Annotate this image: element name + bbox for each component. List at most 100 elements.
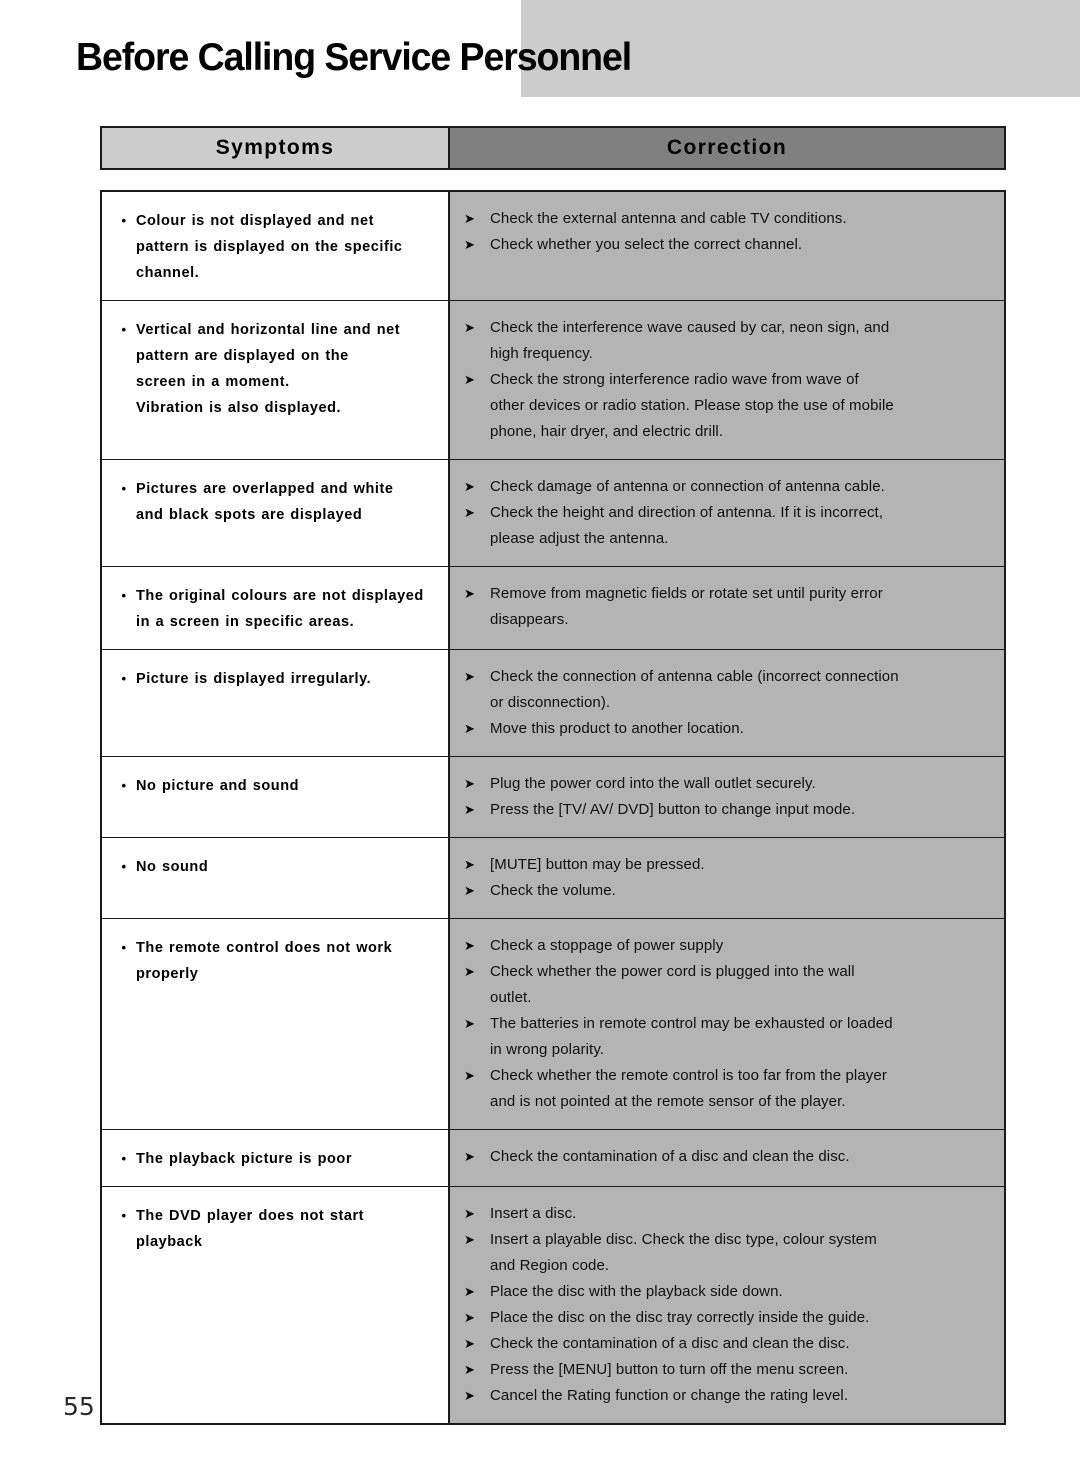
symptom-text: pattern is displayed on the specific bbox=[136, 239, 403, 255]
correction-line: ➤ Check the height and direction of anten… bbox=[464, 500, 992, 526]
symptom-text: No picture and sound bbox=[136, 778, 300, 794]
symptom-line: • The remote control does not work bbox=[112, 935, 438, 961]
table-row: • The playback picture is poor ➤ Check the … bbox=[102, 1130, 1004, 1187]
correction-text: Place the disc on the disc tray correctl… bbox=[490, 1309, 870, 1326]
correction-text: and Region code. bbox=[490, 1257, 610, 1274]
symptom-cell: •The original colours are not displayed•… bbox=[102, 567, 450, 649]
symptom-text: Pictures are overlapped and white bbox=[136, 481, 394, 497]
correction-text: Check whether the power cord is plugged … bbox=[490, 963, 855, 980]
correction-text: Move this product to another location. bbox=[490, 720, 744, 737]
symptom-text: Vertical and horizontal line and net bbox=[136, 322, 401, 338]
correction-cell: ➤ Remove from magnetic fields or rotate s… bbox=[450, 567, 1004, 649]
symptom-text: Colour is not displayed and net bbox=[136, 213, 374, 229]
correction-text: other devices or radio station. Please s… bbox=[490, 397, 894, 414]
symptom-text: screen in a moment. bbox=[136, 374, 290, 390]
correction-line: ➤ Check whether the remote control is too… bbox=[464, 1063, 992, 1089]
symptom-line: •Vibration is also displayed. bbox=[112, 395, 438, 421]
correction-cell: ➤ [MUTE] button may be pressed. ➤ Check the… bbox=[450, 838, 1004, 918]
correction-line: ➤ Check the interference wave caused by c… bbox=[464, 315, 992, 341]
bullet-icon: • bbox=[121, 1151, 127, 1166]
symptom-line: • Colour is not displayed and net bbox=[112, 208, 438, 234]
correction-text: Check whether the remote control is too … bbox=[490, 1067, 887, 1084]
correction-line: ➤other devices or radio station. Please … bbox=[464, 393, 992, 419]
correction-line: ➤please adjust the antenna. bbox=[464, 526, 992, 552]
symptom-line: • The original colours are not displayed bbox=[112, 583, 438, 609]
symptom-line: • Picture is displayed irregularly. bbox=[112, 666, 438, 692]
correction-line: ➤ Press the [TV/ AV/ DVD] button to chang… bbox=[464, 797, 992, 823]
arrow-bullet-icon: ➤ bbox=[464, 964, 475, 979]
correction-text: Press the [MENU] button to turn off the … bbox=[490, 1361, 849, 1378]
arrow-bullet-icon: ➤ bbox=[464, 721, 475, 736]
bullet-icon: • bbox=[121, 588, 127, 603]
correction-line: ➤ Check a stoppage of power supply bbox=[464, 933, 992, 959]
arrow-bullet-icon: ➤ bbox=[464, 1232, 475, 1247]
correction-line: ➤ Remove from magnetic fields or rotate s… bbox=[464, 581, 992, 607]
symptom-line: • No sound bbox=[112, 854, 438, 880]
arrow-bullet-icon: ➤ bbox=[464, 479, 475, 494]
correction-text: [MUTE] button may be pressed. bbox=[490, 856, 705, 873]
page-title: Before Calling Service Personnel bbox=[76, 36, 632, 79]
correction-cell: ➤ Check the contamination of a disc and c… bbox=[450, 1130, 1004, 1186]
correction-cell: ➤ Check the interference wave caused by c… bbox=[450, 301, 1004, 459]
symptom-cell: • No picture and sound bbox=[102, 757, 450, 837]
correction-line: ➤disappears. bbox=[464, 607, 992, 633]
arrow-bullet-icon: ➤ bbox=[464, 776, 475, 791]
column-header-correction: Correction bbox=[450, 126, 1006, 170]
bullet-spacer: • bbox=[112, 502, 136, 528]
table-row: •The remote control does not work•proper… bbox=[102, 919, 1004, 1130]
symptom-line: • The DVD player does not start bbox=[112, 1203, 438, 1229]
symptom-text: in a screen in specific areas. bbox=[136, 614, 355, 630]
correction-text: Check the external antenna and cable TV … bbox=[490, 210, 847, 227]
correction-text: Insert a playable disc. Check the disc t… bbox=[490, 1231, 877, 1248]
arrow-bullet-icon: ➤ bbox=[464, 1310, 475, 1325]
correction-text: and is not pointed at the remote sensor … bbox=[490, 1093, 846, 1110]
arrow-bullet-icon: ➤ bbox=[464, 1362, 475, 1377]
arrow-bullet-spacer: ➤ bbox=[464, 419, 490, 445]
arrow-bullet-icon: ➤ bbox=[464, 1284, 475, 1299]
symptom-line: •in a screen in specific areas. bbox=[112, 609, 438, 635]
correction-line: ➤ The batteries in remote control may be … bbox=[464, 1011, 992, 1037]
bullet-spacer: • bbox=[112, 961, 136, 987]
correction-text: Cancel the Rating function or change the… bbox=[490, 1387, 849, 1404]
correction-line: ➤ Place the disc on the disc tray correct… bbox=[464, 1305, 992, 1331]
correction-line: ➤or disconnection). bbox=[464, 690, 992, 716]
table-row: • No sound ➤ [MUTE] button may be pressed. ➤… bbox=[102, 838, 1004, 919]
bullet-spacer: • bbox=[112, 609, 136, 635]
correction-text: Check the connection of antenna cable (i… bbox=[490, 668, 899, 685]
bullet-icon: • bbox=[121, 1208, 127, 1223]
arrow-bullet-icon: ➤ bbox=[464, 586, 475, 601]
symptom-text: channel. bbox=[136, 265, 200, 281]
arrow-bullet-icon: ➤ bbox=[464, 669, 475, 684]
table-row: •The DVD player does not start•playback➤… bbox=[102, 1187, 1004, 1423]
correction-text: in wrong polarity. bbox=[490, 1041, 605, 1058]
symptom-line: •playback bbox=[112, 1229, 438, 1255]
correction-cell: ➤ Check damage of antenna or connection o… bbox=[450, 460, 1004, 566]
bullet-icon: • bbox=[121, 671, 127, 686]
correction-line: ➤ Check the external antenna and cable TV… bbox=[464, 206, 992, 232]
arrow-bullet-icon: ➤ bbox=[464, 802, 475, 817]
correction-cell: ➤ Plug the power cord into the wall outle… bbox=[450, 757, 1004, 837]
symptom-line: • Vertical and horizontal line and net bbox=[112, 317, 438, 343]
symptom-cell: • Picture is displayed irregularly. bbox=[102, 650, 450, 756]
arrow-bullet-icon: ➤ bbox=[464, 1149, 475, 1164]
correction-text: or disconnection). bbox=[490, 694, 611, 711]
symptom-line: •properly bbox=[112, 961, 438, 987]
correction-line: ➤ Press the [MENU] button to turn off the… bbox=[464, 1357, 992, 1383]
correction-line: ➤and Region code. bbox=[464, 1253, 992, 1279]
correction-text: outlet. bbox=[490, 989, 532, 1006]
correction-line: ➤ Place the disc with the playback side d… bbox=[464, 1279, 992, 1305]
arrow-bullet-spacer: ➤ bbox=[464, 1037, 490, 1063]
symptom-cell: •The DVD player does not start•playback bbox=[102, 1187, 450, 1423]
arrow-bullet-spacer: ➤ bbox=[464, 985, 490, 1011]
symptom-text: No sound bbox=[136, 859, 209, 875]
correction-cell: ➤ Insert a disc. ➤ Insert a playable disc. … bbox=[450, 1187, 1004, 1423]
symptom-line: •pattern are displayed on the bbox=[112, 343, 438, 369]
arrow-bullet-spacer: ➤ bbox=[464, 607, 490, 633]
table-row: •Colour is not displayed and net•pattern… bbox=[102, 192, 1004, 301]
symptom-cell: •Vertical and horizontal line and net•pa… bbox=[102, 301, 450, 459]
correction-text: Place the disc with the playback side do… bbox=[490, 1283, 783, 1300]
bullet-spacer: • bbox=[112, 343, 136, 369]
correction-line: ➤ Check whether the power cord is plugged… bbox=[464, 959, 992, 985]
symptom-text: The remote control does not work bbox=[136, 940, 393, 956]
correction-text: The batteries in remote control may be e… bbox=[490, 1015, 893, 1032]
